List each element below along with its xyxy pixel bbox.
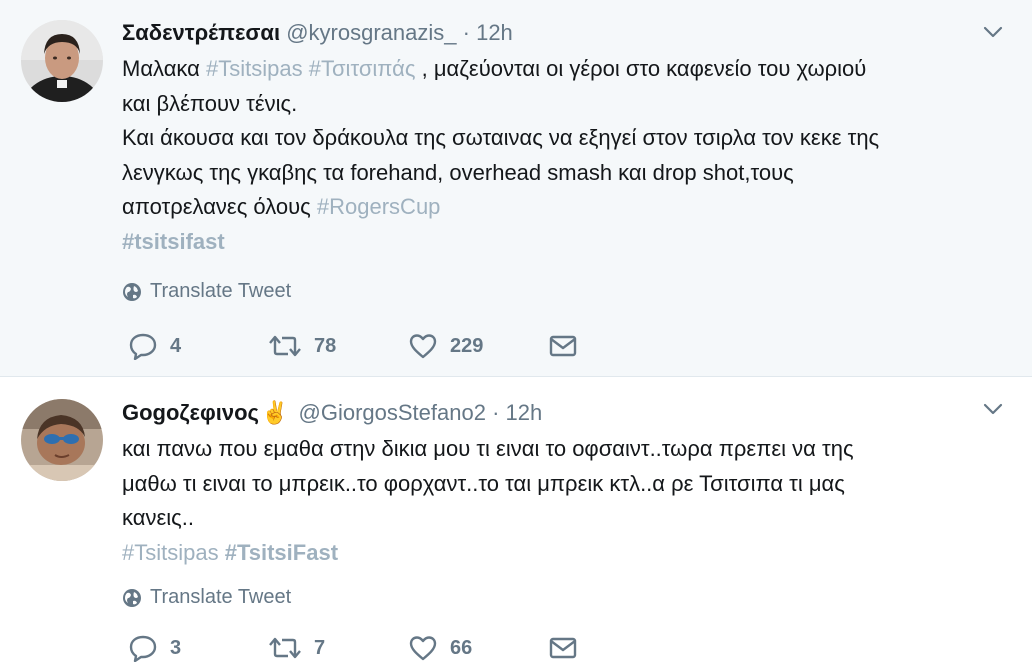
globe-icon xyxy=(123,282,141,301)
hashtag-link[interactable]: #RogersCup xyxy=(317,194,441,219)
tweet-text: Μαλακα #Tsitsipas #Τσιτσιπάς , μαζεύοντα… xyxy=(122,52,1008,259)
chevron-down-icon[interactable] xyxy=(982,401,1004,417)
reply-button[interactable]: 4 xyxy=(128,332,268,360)
tweet-text-line: αποτρελανες όλους #RogersCup xyxy=(122,190,1008,225)
action-bar: 4 78 229 xyxy=(128,332,578,360)
tweet-text-segment: κανεις.. xyxy=(122,505,194,530)
tweet-text-line: Μαλακα #Tsitsipas #Τσιτσιπάς , μαζεύοντα… xyxy=(122,52,1008,87)
victory-hand-emoji: ✌️ xyxy=(260,400,289,425)
tweet-text-line: Και άκουσα και τον δράκουλα της σωταινας… xyxy=(122,121,1008,156)
tweet-text-segment: λενγκως της γκαβης τα forehand, overhead… xyxy=(122,159,794,185)
dm-icon xyxy=(549,637,577,659)
tweet-header: Gogοζεφινος✌️ @GiorgosStefano2 · 12h xyxy=(122,398,1008,428)
retweet-count: 78 xyxy=(314,334,337,357)
like-button[interactable]: 66 xyxy=(408,634,548,662)
avatar[interactable] xyxy=(21,399,103,481)
tweet-text-line: μαθω τι ειναι το μπρεικ..το φορχαντ..το … xyxy=(122,467,1008,502)
translate-label: Translate Tweet xyxy=(150,280,292,302)
like-icon xyxy=(409,334,437,359)
retweet-icon xyxy=(269,335,301,357)
tweet-text-line: λενγκως της γκαβης τα forehand, overhead… xyxy=(122,156,1008,191)
tweet-text-segment: αποτρελανες όλους xyxy=(122,194,317,219)
translate-tweet-link[interactable]: Translate Tweet xyxy=(122,280,291,303)
display-name[interactable]: Gogοζεφινος xyxy=(122,400,259,425)
tweet-text-line: και βλέπουν τένις. xyxy=(122,87,1008,122)
reply-icon xyxy=(129,635,157,662)
tweet-text-line: #Tsitsipas #TsitsiFast xyxy=(122,536,1008,571)
tweet-text-line: κανεις.. xyxy=(122,501,1008,536)
like-count: 66 xyxy=(450,636,473,659)
timestamp[interactable]: 12h xyxy=(506,400,543,425)
hashtag-link[interactable]: #tsitsifast xyxy=(122,229,225,254)
like-count: 229 xyxy=(450,334,484,357)
tweet-text-segment: και βλέπουν τένις. xyxy=(122,90,298,116)
tweet-text-segment: Μαλακα xyxy=(122,56,206,81)
tweet-text-segment: , μαζεύονται οι γέροι στο καφενείο του χ… xyxy=(415,56,867,81)
tweet-text-segment: μαθω τι ειναι το μπρεικ..το φορχαντ..το … xyxy=(122,470,845,496)
username[interactable]: @kyrosgranazis_ xyxy=(286,20,456,45)
reply-count: 4 xyxy=(170,334,182,357)
reply-icon xyxy=(129,333,157,360)
tweet[interactable]: Gogοζεφινος✌️ @GiorgosStefano2 · 12h και… xyxy=(0,377,1032,668)
hashtag-link[interactable]: #Τσιτσιπάς xyxy=(309,56,416,81)
retweet-icon xyxy=(269,637,301,659)
username[interactable]: @GiorgosStefano2 xyxy=(299,400,486,425)
direct-message-button[interactable] xyxy=(548,333,578,359)
reply-count: 3 xyxy=(170,636,182,659)
display-name[interactable]: Σαδεντρέπεσαι xyxy=(122,20,280,45)
chevron-down-icon[interactable] xyxy=(982,24,1004,40)
reply-button[interactable]: 3 xyxy=(128,634,268,662)
retweet-button[interactable]: 7 xyxy=(268,634,408,662)
hashtag-link[interactable]: #Tsitsipas xyxy=(122,540,219,565)
retweet-button[interactable]: 78 xyxy=(268,332,408,360)
hashtag-link[interactable]: #Tsitsipas xyxy=(206,56,303,81)
globe-icon xyxy=(123,588,141,607)
tweet-text-line: #tsitsifast xyxy=(122,225,1008,260)
separator-dot: · xyxy=(492,400,500,425)
timestamp[interactable]: 12h xyxy=(476,20,513,45)
avatar[interactable] xyxy=(21,20,103,102)
action-bar: 3 7 66 xyxy=(128,634,578,662)
direct-message-button[interactable] xyxy=(548,635,578,661)
hashtag-link[interactable]: #TsitsiFast xyxy=(225,540,338,565)
tweet[interactable]: Σαδεντρέπεσαι @kyrosgranazis_ · 12h Μαλα… xyxy=(0,0,1032,377)
tweet-text-segment: Και άκουσα και τον δράκουλα της σωταινας… xyxy=(122,125,880,150)
translate-label: Translate Tweet xyxy=(150,586,292,608)
tweet-header: Σαδεντρέπεσαι @kyrosgranazis_ · 12h xyxy=(122,18,1008,48)
dm-icon xyxy=(549,335,577,357)
tweet-text: και πανω που εμαθα στην δικια μου τι ειν… xyxy=(122,432,1008,570)
tweet-text-segment: και πανω που εμαθα στην δικια μου τι ειν… xyxy=(122,436,854,461)
separator-dot: · xyxy=(462,20,470,45)
tweet-text-line: και πανω που εμαθα στην δικια μου τι ειν… xyxy=(122,432,1008,467)
retweet-count: 7 xyxy=(314,636,326,659)
translate-tweet-link[interactable]: Translate Tweet xyxy=(122,586,291,609)
like-icon xyxy=(409,636,437,661)
like-button[interactable]: 229 xyxy=(408,332,548,360)
